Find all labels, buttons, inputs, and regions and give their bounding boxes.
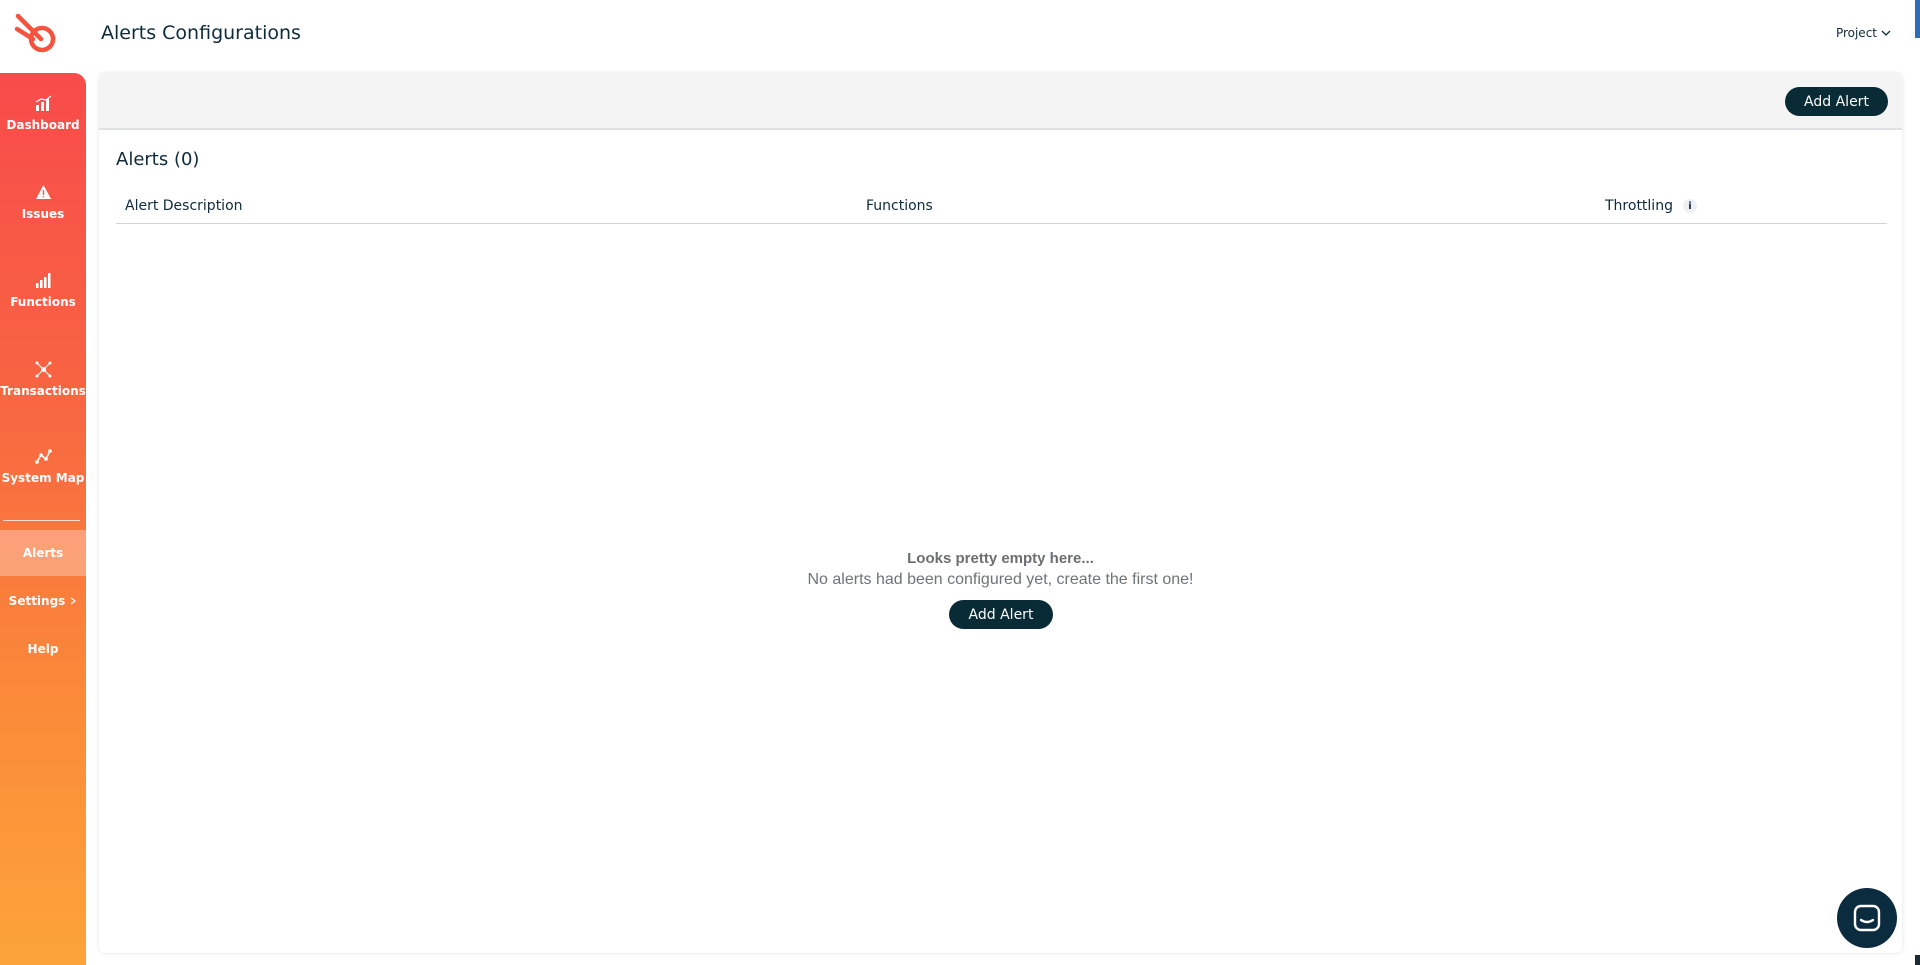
sidebar-item-label: Alerts — [22, 546, 64, 560]
project-label: Project — [1835, 26, 1877, 40]
column-throttling-label: Throttling — [1605, 198, 1673, 214]
alerts-card: Add Alert Alerts (0) Alert Description F… — [99, 73, 1902, 953]
chevron-right-icon — [70, 597, 77, 605]
empty-state-subtitle: No alerts had been configured yet, creat… — [807, 571, 1194, 588]
warning-triangle-icon — [35, 185, 51, 199]
sidebar-item-settings[interactable]: Settings — [0, 578, 86, 624]
sidebar-item-label: Dashboard — [6, 118, 80, 132]
sidebar-item-label: Settings — [8, 594, 66, 608]
sidebar-item-label: Issues — [21, 207, 65, 221]
sidebar-item-system-map[interactable]: System Map — [0, 448, 86, 485]
column-alert-description[interactable]: Alert Description — [125, 198, 243, 214]
sidebar-item-transactions[interactable]: Transactions — [0, 361, 86, 398]
map-graph-icon — [34, 449, 52, 464]
sidebar-item-functions[interactable]: Functions — [0, 272, 86, 309]
logo-icon[interactable] — [14, 12, 62, 56]
network-icon — [35, 361, 51, 378]
empty-state: Looks pretty empty here... No alerts had… — [99, 550, 1902, 589]
sidebar-item-issues[interactable]: Issues — [0, 184, 86, 221]
add-alert-button[interactable]: Add Alert — [1785, 87, 1888, 116]
alerts-count-heading: Alerts (0) — [116, 149, 200, 170]
table-header: Alert Description Functions Throttling i — [116, 188, 1887, 224]
sidebar-item-label: Functions — [10, 295, 76, 309]
project-dropdown[interactable]: Project — [1836, 26, 1891, 40]
page-title: Alerts Configurations — [101, 22, 301, 44]
window-edge — [1915, 955, 1920, 965]
sidebar-item-alerts[interactable]: Alerts — [0, 530, 86, 576]
sidebar-item-label: System Map — [1, 471, 85, 485]
sidebar-divider — [3, 520, 80, 521]
sidebar: Dashboard Issues Functions Transactions — [0, 73, 86, 965]
empty-state-add-alert-button[interactable]: Add Alert — [949, 600, 1053, 629]
chat-icon — [1853, 904, 1881, 932]
sidebar-item-help[interactable]: Help — [0, 626, 86, 672]
sidebar-item-dashboard[interactable]: Dashboard — [0, 95, 86, 132]
scrollbar-edge — [1915, 0, 1920, 38]
column-functions[interactable]: Functions — [866, 198, 933, 214]
empty-state-title: Looks pretty empty here... — [907, 550, 1094, 567]
sidebar-item-label: Transactions — [0, 384, 86, 398]
chat-launcher-button[interactable] — [1837, 888, 1897, 948]
top-bar: Alerts Configurations Project — [0, 0, 1920, 67]
card-toolbar: Add Alert — [99, 73, 1902, 130]
chevron-down-icon — [1881, 30, 1891, 36]
dashboard-chart-icon — [35, 95, 51, 111]
info-icon[interactable]: i — [1682, 199, 1697, 213]
bar-chart-icon — [35, 273, 50, 288]
sidebar-item-label: Help — [27, 642, 59, 656]
column-throttling[interactable]: Throttling i — [1605, 198, 1697, 214]
